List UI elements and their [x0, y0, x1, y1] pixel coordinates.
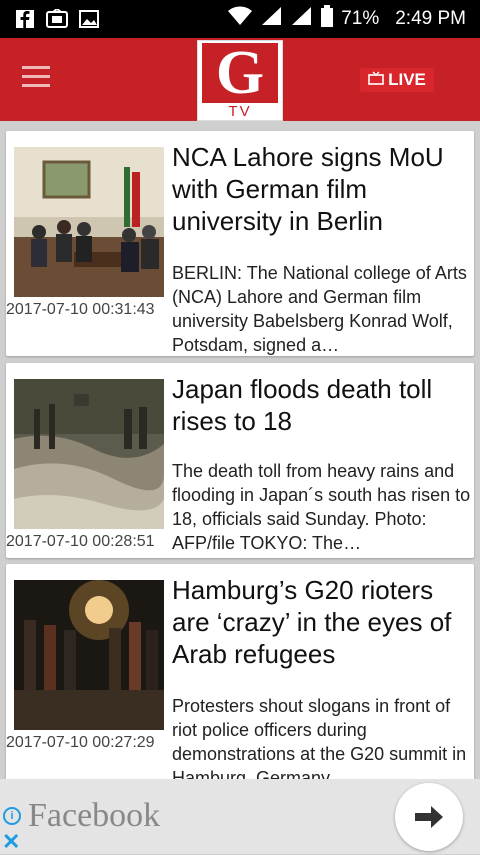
- status-bar: 71% 2:49 PM: [0, 0, 480, 38]
- hamburger-menu-icon[interactable]: [22, 66, 62, 94]
- news-thumbnail: [14, 147, 164, 297]
- news-thumbnail: [14, 580, 164, 730]
- signal-icon: [261, 6, 283, 32]
- news-date: 2017-07-10 00:31:43: [6, 301, 155, 318]
- logo-letter: G: [202, 42, 278, 104]
- battery-percent: 71%: [341, 8, 380, 29]
- ad-info-icon[interactable]: i: [3, 807, 21, 825]
- news-excerpt: Protesters shout slogans in front of rio…: [172, 696, 467, 779]
- news-title[interactable]: NCA Lahore signs MoU with German film un…: [172, 141, 468, 237]
- logo-sub: TV: [228, 103, 252, 120]
- news-title[interactable]: Japan floods death toll rises to 18: [172, 373, 468, 437]
- ad-arrow-icon[interactable]: [395, 783, 463, 851]
- news-card[interactable]: NCA Lahore signs MoU with German film un…: [6, 131, 474, 356]
- ad-text[interactable]: Facebook: [28, 797, 160, 835]
- news-date: 2017-07-10 00:27:29: [6, 734, 155, 751]
- wifi-icon: [227, 6, 253, 32]
- news-notification-icon: [46, 8, 68, 30]
- news-date: 2017-07-10 00:28:51: [6, 533, 155, 550]
- gtv-logo: G TV: [197, 40, 283, 121]
- live-tv-icon: [368, 70, 384, 90]
- app-bar: G TV LIVE: [0, 38, 480, 121]
- news-title[interactable]: Hamburg’s G20 rioters are ‘crazy’ in the…: [172, 574, 468, 670]
- facebook-notification-icon: [14, 8, 36, 30]
- news-feed[interactable]: NCA Lahore signs MoU with German film un…: [0, 121, 480, 779]
- news-excerpt: BERLIN: The National college of Arts (NC…: [172, 263, 467, 355]
- news-card[interactable]: Japan floods death toll rises to 18 2017…: [6, 363, 474, 558]
- live-button[interactable]: LIVE: [360, 68, 434, 92]
- ad-close-icon[interactable]: ✕: [2, 829, 20, 855]
- news-excerpt: The death toll from heavy rains and floo…: [172, 461, 471, 553]
- news-card[interactable]: Hamburg’s G20 rioters are ‘crazy’ in the…: [6, 564, 474, 779]
- clock: 2:49 PM: [395, 8, 466, 29]
- news-thumbnail: [14, 379, 164, 529]
- live-label: LIVE: [388, 70, 426, 89]
- ad-banner[interactable]: i ✕ Facebook: [0, 779, 480, 854]
- signal-icon: [291, 6, 313, 32]
- battery-icon: [321, 5, 334, 33]
- gallery-notification-icon: [78, 8, 100, 30]
